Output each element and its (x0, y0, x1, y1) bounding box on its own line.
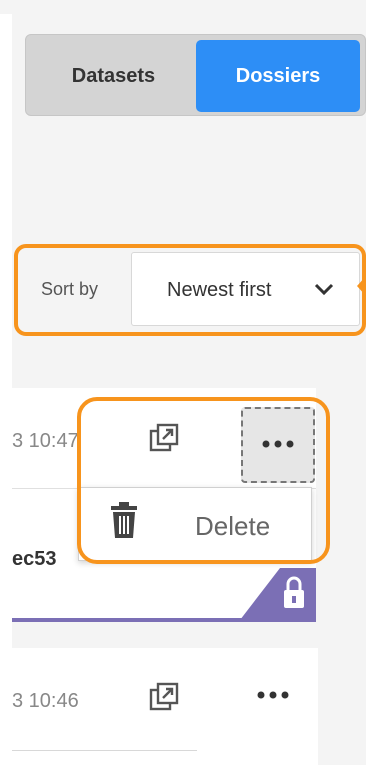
tab-switch: Datasets Dossiers (25, 34, 366, 116)
panel-edge (0, 14, 12, 765)
item-timestamp: 3 10:47 (12, 430, 79, 452)
tab-datasets[interactable]: Datasets (31, 40, 196, 112)
callout-pointer (357, 276, 366, 296)
menu-highlight (77, 397, 330, 564)
sort-highlight (14, 244, 366, 336)
lock-badge (240, 568, 316, 620)
open-in-new-window-icon[interactable] (148, 681, 180, 713)
item-footer-bar (12, 618, 316, 622)
item-timestamp: 3 10:46 (12, 690, 79, 712)
tab-dossiers[interactable]: Dossiers (196, 40, 360, 112)
item-divider (12, 750, 197, 751)
more-options-icon[interactable] (256, 690, 290, 700)
dossier-panel: Datasets Dossiers Sort by Newest first 3… (0, 0, 366, 765)
item-name[interactable]: ec53 (12, 548, 57, 571)
